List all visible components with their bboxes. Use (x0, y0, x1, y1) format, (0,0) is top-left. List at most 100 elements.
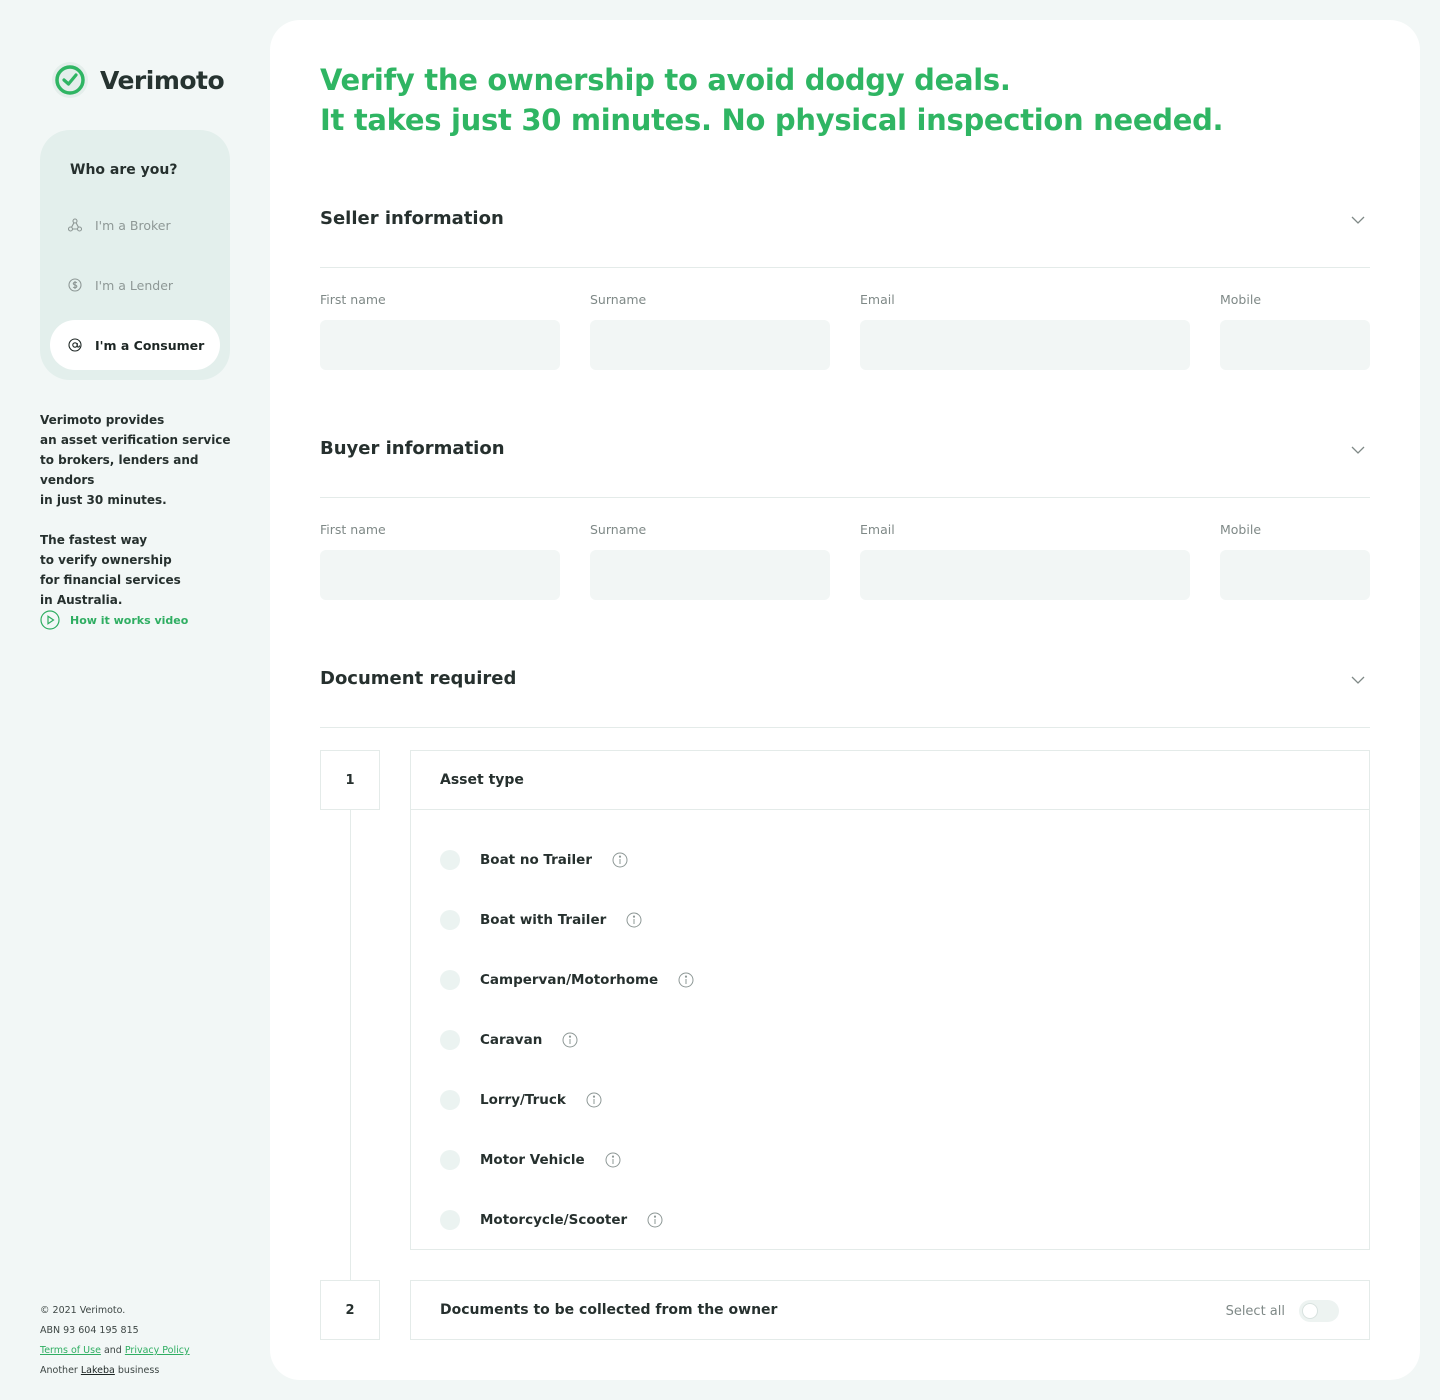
radio-button[interactable] (440, 1030, 460, 1050)
info-icon[interactable] (586, 1092, 602, 1108)
logo[interactable]: Verimoto (52, 62, 225, 98)
asset-option[interactable]: Motor Vehicle (411, 1130, 1369, 1190)
seller-first-name-input[interactable] (320, 320, 560, 370)
step-connector (350, 810, 351, 1280)
asset-option[interactable]: Boat with Trailer (411, 890, 1369, 950)
sidebar: Verimoto Who are you? I'm a Broker I'm a… (0, 0, 270, 1400)
seller-first-name-label: First name (320, 292, 386, 307)
seller-mobile-input[interactable] (1220, 320, 1370, 370)
radio-button[interactable] (440, 850, 460, 870)
role-broker-label: I'm a Broker (95, 217, 171, 233)
brand-name: Verimoto (100, 65, 225, 95)
role-consumer[interactable]: I'm a Consumer (50, 320, 220, 370)
buyer-mobile-input[interactable] (1220, 550, 1370, 600)
select-all: Select all (1226, 1300, 1339, 1322)
parent-company: Another Lakeba business (40, 1361, 190, 1381)
role-consumer-label: I'm a Consumer (95, 337, 205, 353)
asset-option[interactable]: Motorcycle/Scooter (411, 1190, 1369, 1250)
buyer-surname-input[interactable] (590, 550, 830, 600)
chevron-down-icon[interactable] (1350, 672, 1366, 688)
about-text: Verimoto provides an asset verification … (40, 410, 240, 630)
main-card: Verify the ownership to avoid dodgy deal… (270, 20, 1420, 1380)
copyright: © 2021 Verimoto. (40, 1305, 126, 1316)
asset-type-title: Asset type (411, 751, 1369, 810)
info-icon[interactable] (605, 1152, 621, 1168)
role-lender[interactable]: I'm a Lender (50, 260, 220, 310)
terms-link[interactable]: Terms of Use (40, 1345, 101, 1356)
buyer-email-input[interactable] (860, 550, 1190, 600)
play-circle-icon (40, 610, 60, 630)
how-it-works-video-link[interactable]: How it works video (40, 610, 188, 630)
and-text: and (103, 1345, 122, 1356)
asset-label: Motor Vehicle (480, 1152, 585, 1168)
headline-line-2: It takes just 30 minutes. No physical in… (320, 103, 1224, 137)
asset-label: Boat no Trailer (480, 852, 592, 868)
asset-type-panel: Asset type Boat no Trailer Boat with Tra… (410, 750, 1370, 1250)
info-icon[interactable] (562, 1032, 578, 1048)
role-title: Who are you? (70, 162, 178, 178)
toggle-knob (1302, 1303, 1318, 1319)
seller-section-header[interactable]: Seller information (320, 208, 1370, 268)
headline: Verify the ownership to avoid dodgy deal… (320, 60, 1224, 140)
video-link-label: How it works video (70, 613, 189, 627)
footer: © 2021 Verimoto. ABN 93 604 195 815 Term… (40, 1301, 190, 1381)
seller-title: Seller information (320, 208, 504, 229)
radio-button[interactable] (440, 970, 460, 990)
select-all-toggle[interactable] (1299, 1300, 1339, 1322)
dollar-icon (68, 278, 82, 292)
documents-collect-panel: Documents to be collected from the owner… (410, 1280, 1370, 1340)
buyer-surname-label: Surname (590, 522, 647, 537)
chevron-down-icon[interactable] (1350, 212, 1366, 228)
buyer-email-label: Email (860, 522, 895, 537)
radio-button[interactable] (440, 1150, 460, 1170)
info-icon[interactable] (678, 972, 694, 988)
radio-button[interactable] (440, 1210, 460, 1230)
seller-mobile-label: Mobile (1220, 292, 1262, 307)
asset-label: Campervan/Motorhome (480, 972, 659, 988)
network-icon (68, 218, 82, 232)
privacy-link[interactable]: Privacy Policy (125, 1345, 190, 1356)
role-lender-label: I'm a Lender (95, 277, 174, 293)
headline-line-1: Verify the ownership to avoid dodgy deal… (320, 63, 1011, 97)
about-paragraph-2: The fastest way to verify ownership for … (40, 533, 181, 607)
role-selector: Who are you? I'm a Broker I'm a Lender I… (40, 130, 230, 380)
info-icon[interactable] (647, 1212, 663, 1228)
seller-surname-input[interactable] (590, 320, 830, 370)
documents-title: Document required (320, 668, 517, 689)
business-text: business (117, 1365, 160, 1376)
seller-surname-label: Surname (590, 292, 647, 307)
seller-email-label: Email (860, 292, 895, 307)
asset-label: Caravan (480, 1032, 543, 1048)
asset-option[interactable]: Boat no Trailer (411, 830, 1369, 890)
asset-option[interactable]: Campervan/Motorhome (411, 950, 1369, 1010)
asset-label: Boat with Trailer (480, 912, 607, 928)
legal-links: Terms of Use and Privacy Policy (40, 1341, 190, 1361)
radio-button[interactable] (440, 1090, 460, 1110)
info-icon[interactable] (612, 852, 628, 868)
asset-label: Lorry/Truck (480, 1092, 566, 1108)
check-logo-icon (52, 62, 88, 98)
at-icon (68, 338, 82, 352)
radio-button[interactable] (440, 910, 460, 930)
buyer-first-name-label: First name (320, 522, 386, 537)
chevron-down-icon[interactable] (1350, 442, 1366, 458)
asset-list: Boat no Trailer Boat with Trailer Camper… (411, 810, 1369, 1250)
buyer-section-header[interactable]: Buyer information (320, 438, 1370, 498)
asset-option[interactable]: Lorry/Truck (411, 1070, 1369, 1130)
asset-option[interactable]: Caravan (411, 1010, 1369, 1070)
another-text: Another (40, 1365, 78, 1376)
role-broker[interactable]: I'm a Broker (50, 200, 220, 250)
seller-email-input[interactable] (860, 320, 1190, 370)
select-all-label: Select all (1225, 1303, 1285, 1319)
abn: ABN 93 604 195 815 (40, 1325, 139, 1336)
step-1-number: 1 (320, 750, 380, 810)
documents-section-header[interactable]: Document required (320, 668, 1370, 728)
lakeba-link[interactable]: Lakeba (81, 1365, 115, 1376)
buyer-first-name-input[interactable] (320, 550, 560, 600)
about-paragraph-1: Verimoto provides an asset verification … (40, 413, 231, 507)
step-2-number: 2 (320, 1280, 380, 1340)
info-icon[interactable] (626, 912, 642, 928)
buyer-title: Buyer information (320, 438, 505, 459)
asset-label: Motorcycle/Scooter (480, 1212, 628, 1228)
buyer-mobile-label: Mobile (1220, 522, 1262, 537)
